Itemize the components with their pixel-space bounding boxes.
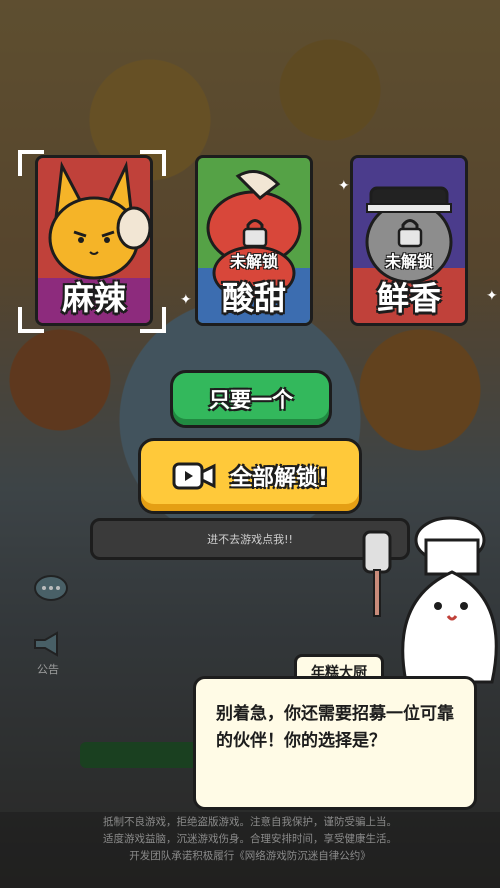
megaphone-icon — [34, 631, 58, 657]
dialog-text: 别着急，你还需要招募一位可靠的伙伴！你的选择是？ — [216, 704, 454, 751]
help-hint-text: 进不去游戏点我!! — [207, 533, 293, 546]
chat-icon — [26, 572, 76, 609]
character-card-mala[interactable]: 麻辣 — [35, 155, 153, 326]
dialog-box[interactable]: 别着急，你还需要招募一位可靠的伙伴！你的选择是？ — [193, 676, 477, 810]
sparkle-icon: ✦ — [486, 288, 498, 304]
unlock-all-button[interactable]: 全部解锁! — [138, 438, 362, 514]
game-screen: 公告 麻辣 未解锁 酸甜 未解锁 鲜香 ✦ ✦ ✦ 只要一个 全部解锁! 进不去… — [0, 0, 500, 888]
anti-addiction-footer: 抵制不良游戏，拒绝盗版游戏。注意自我保护，谨防受骗上当。 适度游戏益脑，沉迷游戏… — [0, 812, 500, 888]
footer-line: 开发团队承诺积极履行《网络游戏防沉迷自律公约》 — [129, 850, 371, 862]
notice-label: 公告 — [37, 663, 59, 676]
notice-button: 公告 — [28, 630, 68, 677]
character-card-xianxiang[interactable]: 未解锁 鲜香 — [350, 155, 468, 326]
sparkle-icon: ✦ — [338, 178, 350, 194]
locked-label: 未解锁 — [229, 252, 278, 271]
choose-one-button[interactable]: 只要一个 — [170, 370, 332, 428]
lock-icon — [242, 219, 268, 248]
lock-icon — [397, 219, 423, 248]
footer-line: 抵制不良游戏，拒绝盗版游戏。注意自我保护，谨防受骗上当。 — [103, 816, 397, 828]
locked-label: 未解锁 — [384, 252, 433, 271]
character-name: 鲜香 — [376, 279, 441, 317]
character-name: 麻辣 — [61, 279, 126, 317]
choose-one-label: 只要一个 — [209, 388, 293, 412]
character-card-suantian[interactable]: 未解锁 酸甜 — [195, 155, 313, 326]
sparkle-icon: ✦ — [180, 292, 192, 308]
video-ad-icon — [172, 462, 216, 490]
character-name: 酸甜 — [221, 279, 286, 317]
footer-line: 适度游戏益脑，沉迷游戏伤身。合理安排时间，享受健康生活。 — [103, 833, 397, 845]
unlock-all-label: 全部解锁! — [229, 466, 329, 491]
